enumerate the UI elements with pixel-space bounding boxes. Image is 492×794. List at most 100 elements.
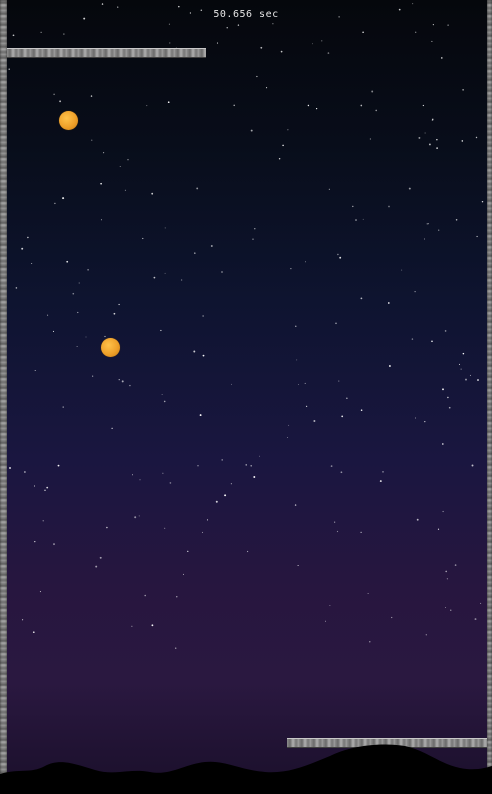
star [151, 624, 154, 627]
star [362, 218, 364, 220]
star [215, 500, 218, 503]
star [216, 42, 219, 44]
star [424, 132, 426, 134]
star [167, 101, 170, 104]
star [424, 420, 426, 423]
star [12, 34, 15, 37]
star [462, 89, 464, 91]
star [338, 380, 340, 382]
star [100, 182, 102, 185]
star [163, 400, 166, 403]
star [169, 482, 172, 484]
star [316, 108, 318, 110]
star [330, 465, 333, 467]
star [231, 383, 233, 385]
star [76, 346, 78, 348]
star [221, 271, 223, 273]
star [459, 363, 460, 365]
star [87, 268, 89, 271]
star [151, 192, 154, 195]
star [266, 87, 268, 89]
star [113, 312, 116, 315]
star [341, 415, 344, 418]
star [445, 570, 448, 573]
star [436, 139, 438, 141]
star [401, 269, 403, 271]
star [408, 187, 411, 190]
star [168, 23, 170, 25]
star [416, 518, 419, 521]
star [117, 6, 119, 8]
star [369, 138, 371, 140]
ball-2[interactable] [101, 338, 120, 357]
star [388, 365, 391, 367]
star [31, 262, 33, 264]
star [340, 471, 343, 474]
star [77, 311, 79, 314]
star [253, 476, 256, 478]
star [334, 521, 336, 523]
star [256, 75, 258, 78]
star [259, 455, 260, 457]
star [391, 616, 393, 619]
star [321, 40, 323, 42]
star [448, 406, 451, 409]
star [119, 166, 121, 167]
star [15, 287, 18, 289]
star [296, 359, 298, 361]
star [465, 378, 467, 381]
star [427, 223, 430, 225]
star [442, 388, 444, 391]
star [455, 219, 458, 221]
star [103, 152, 105, 154]
star [164, 527, 166, 529]
star [360, 531, 362, 534]
star [42, 520, 44, 522]
ball-1[interactable] [59, 111, 78, 130]
star [375, 109, 378, 112]
star [52, 330, 55, 332]
star [111, 427, 113, 429]
star [104, 335, 106, 338]
star [62, 197, 65, 200]
top-platform [7, 48, 206, 58]
star [161, 393, 163, 395]
star [352, 205, 354, 208]
star [475, 136, 478, 139]
star [297, 565, 299, 566]
star [129, 384, 131, 387]
star [337, 253, 339, 256]
star [369, 641, 371, 643]
star [72, 292, 75, 295]
star [27, 236, 29, 239]
star [250, 129, 253, 132]
star [21, 247, 24, 250]
star [153, 276, 156, 279]
star [62, 406, 64, 408]
star [362, 31, 364, 34]
star [34, 370, 36, 371]
star [254, 228, 256, 230]
star [196, 187, 199, 190]
star [444, 330, 447, 332]
star [432, 24, 434, 26]
star [287, 436, 288, 438]
star [226, 27, 228, 29]
star [474, 618, 477, 621]
star [280, 50, 283, 53]
star [387, 302, 390, 304]
star [346, 397, 348, 399]
star [424, 238, 425, 240]
star [24, 471, 26, 473]
star [418, 136, 421, 139]
star [34, 485, 35, 487]
star [247, 550, 249, 553]
star [450, 609, 452, 611]
star [53, 543, 55, 546]
star [138, 515, 140, 517]
game-canvas[interactable]: 50.656 sec [0, 0, 492, 794]
star [134, 516, 137, 519]
star [139, 479, 141, 481]
star [414, 417, 417, 419]
star [426, 223, 428, 225]
